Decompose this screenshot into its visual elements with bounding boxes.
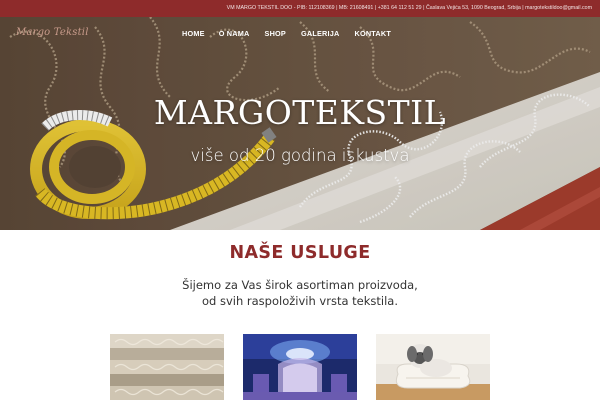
main-nav: HOME O NAMA SHOP GALERIJA KONTAKT	[182, 29, 406, 38]
top-info-bar: VM MARGO TEKSTIL DOO - PIB: 112108369 | …	[0, 0, 600, 17]
services-description-line-2: od svih raspoloživih vrsta tekstila.	[201, 293, 398, 308]
service-card-curtains[interactable]	[110, 334, 224, 400]
service-card-pet-beds[interactable]	[376, 334, 490, 400]
hero-title: MARGOTEKSTIL	[153, 93, 447, 132]
curtain-fabric-image	[110, 334, 224, 400]
nav-item-galerija[interactable]: GALERIJA	[301, 29, 340, 38]
site-logo[interactable]: Margo Tekstil	[16, 27, 89, 38]
nav-item-o-nama[interactable]: O NAMA	[219, 29, 250, 38]
services-heading: NAŠE USLUGE	[229, 243, 371, 263]
nav-item-kontakt[interactable]: KONTAKT	[354, 29, 391, 38]
nav-item-shop[interactable]: SHOP	[265, 29, 286, 38]
hero-subtitle: više od 20 godina iskustva	[190, 146, 410, 165]
company-info-text: VM MARGO TEKSTIL DOO - PIB: 112108369 | …	[226, 5, 592, 11]
services-description-line-1: Šijemo za Vas širok asortiman proizvoda,	[182, 278, 418, 292]
hero-banner: Margo Tekstil HOME O NAMA SHOP GALERIJA …	[0, 17, 600, 230]
service-card-events[interactable]	[243, 334, 357, 400]
event-hall-image	[243, 334, 357, 400]
dog-bed-image	[376, 334, 490, 400]
nav-item-home[interactable]: HOME	[182, 29, 205, 38]
services-description: Šijemo za Vas širok asortiman proizvoda,…	[0, 278, 600, 309]
